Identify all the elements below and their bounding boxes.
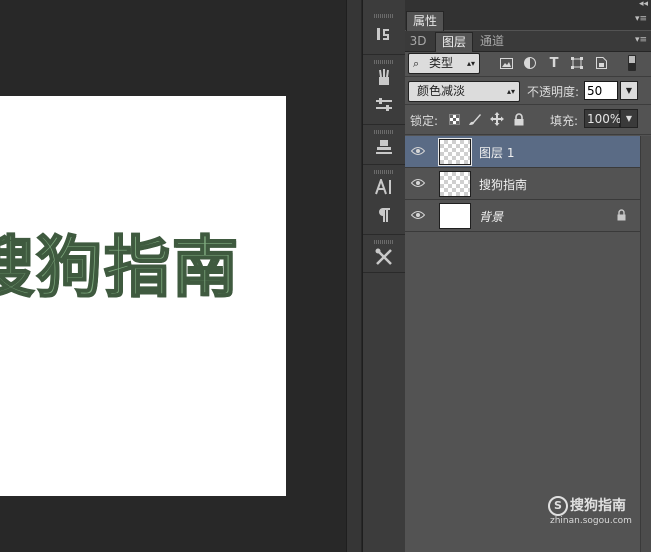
filter-adjustment-icon[interactable]	[521, 54, 539, 72]
filter-shape-icon[interactable]	[568, 54, 586, 72]
paragraph-icon[interactable]	[369, 202, 399, 228]
watermark-brand: S 搜狗指南	[548, 495, 626, 516]
panel-title-bar[interactable]: ◂◂	[405, 0, 651, 10]
panel-dock-column	[362, 0, 406, 552]
collapse-icon[interactable]: ◂◂	[639, 0, 648, 9]
history-icon[interactable]	[369, 22, 399, 48]
fill-dropdown-button[interactable]: ▼	[620, 109, 638, 128]
tab-layers[interactable]: 图层	[435, 32, 473, 52]
chevron-down-icon: ▼	[625, 114, 633, 123]
tool-presets-icon[interactable]	[369, 244, 399, 270]
opacity-input[interactable]: 50	[584, 81, 618, 100]
document-text: 搜狗指南	[0, 228, 240, 307]
filter-toggle-icon[interactable]	[626, 54, 638, 72]
lock-pixels-icon[interactable]	[467, 111, 483, 127]
lock-label: 锁定:	[410, 114, 439, 128]
tab-3d[interactable]: 3D	[407, 32, 429, 51]
panel-menu-icon[interactable]: ▾≡	[635, 15, 647, 24]
panel-menu-icon[interactable]: ▾≡	[635, 36, 647, 45]
layer-row-background[interactable]: 背景	[405, 200, 640, 232]
filter-value: 类型	[429, 56, 454, 70]
updown-arrow-icon: ▴▾	[466, 59, 475, 68]
layer-filter-select[interactable]: ⌕ 类型 ▴▾	[408, 53, 480, 74]
lock-icon	[617, 209, 626, 224]
opacity-label: 不透明度:	[527, 85, 580, 99]
chevron-down-icon: ▼	[625, 86, 633, 95]
fill-input[interactable]: 100%	[584, 109, 621, 128]
search-icon: ⌕	[413, 57, 420, 70]
canvas-scrollbar[interactable]	[346, 0, 361, 552]
lock-all-icon[interactable]	[511, 111, 527, 127]
canvas-area[interactable]: 搜狗指南	[0, 0, 346, 552]
filter-pixel-icon[interactable]	[497, 54, 515, 72]
blend-mode-value: 颜色减淡	[417, 84, 466, 98]
adjustments-icon[interactable]	[369, 92, 399, 118]
layer-row-layer-1[interactable]: 图层 1	[405, 136, 640, 168]
lock-transparent-icon[interactable]	[446, 111, 462, 127]
filter-type-icon[interactable]: T	[545, 54, 563, 72]
eye-icon[interactable]	[411, 176, 425, 190]
clone-source-icon[interactable]	[369, 134, 399, 160]
watermark-url: zhinan.sogou.com	[550, 516, 632, 526]
layer-thumbnail[interactable]	[438, 138, 472, 166]
layer-name[interactable]: 搜狗指南	[479, 176, 527, 193]
brush-presets-icon[interactable]	[369, 64, 399, 90]
layer-row-sogou-guide[interactable]: 搜狗指南	[405, 168, 640, 200]
layers-scrollbar[interactable]	[640, 136, 651, 552]
tab-channels[interactable]: 通道	[474, 32, 510, 51]
layer-thumbnail[interactable]	[439, 171, 471, 197]
watermark-brand-text: 搜狗指南	[570, 498, 626, 514]
layer-thumbnail[interactable]	[439, 203, 471, 229]
character-icon[interactable]	[369, 174, 399, 200]
fill-label: 填充:	[550, 114, 579, 128]
dock-grip[interactable]	[374, 14, 394, 18]
blend-mode-select[interactable]: 颜色减淡 ▴▾	[408, 81, 520, 102]
lock-position-icon[interactable]	[489, 111, 505, 127]
eye-icon[interactable]	[411, 208, 425, 222]
layer-name[interactable]: 背景	[479, 208, 503, 225]
layer-name[interactable]: 图层 1	[479, 144, 514, 161]
document-canvas[interactable]: 搜狗指南	[0, 96, 286, 496]
filter-smart-object-icon[interactable]	[592, 54, 610, 72]
sogou-logo-icon: S	[548, 496, 568, 516]
opacity-dropdown-button[interactable]: ▼	[620, 81, 638, 100]
tab-properties[interactable]: 属性	[406, 11, 444, 31]
updown-arrow-icon: ▴▾	[506, 87, 515, 96]
eye-icon[interactable]	[411, 144, 425, 158]
